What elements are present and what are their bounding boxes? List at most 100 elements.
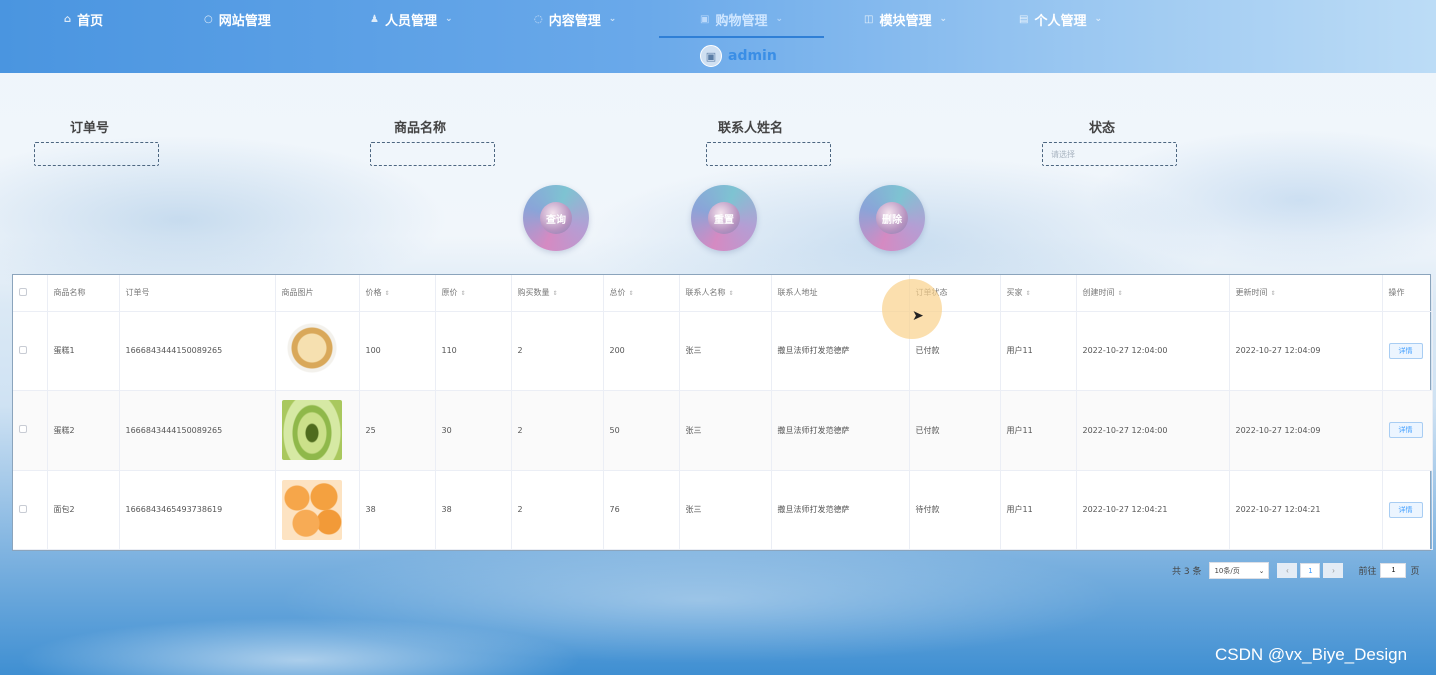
nav-item-content[interactable]: ◌ 内容管理 ⌄ (534, 0, 616, 38)
row-select-cell[interactable] (13, 390, 48, 471)
order-no-input[interactable] (34, 142, 159, 166)
chevron-down-icon: ⌄ (775, 14, 784, 24)
sort-icon[interactable]: ⇕ (629, 290, 634, 297)
nav-item-label: 内容管理 (548, 13, 601, 29)
column-header: 商品图片 (275, 275, 360, 312)
row-checkbox[interactable] (19, 425, 27, 434)
module-icon: ◫ (864, 13, 874, 25)
status-cell: 已付款 (909, 390, 1001, 471)
select-all-cell[interactable] (13, 275, 48, 312)
nav-item-label: 人员管理 (384, 13, 437, 29)
column-header-sortable[interactable]: 价格 ⇕ (359, 275, 436, 312)
price-cell: 25 (359, 390, 436, 471)
column-header-sortable[interactable]: 创建时间 ⇕ (1076, 275, 1230, 312)
nav-item-home[interactable]: ⌂ 首页 (64, 0, 103, 38)
buyer-cell: 用户11 (1000, 311, 1077, 391)
column-header-sortable[interactable]: 买家 ⇕ (1000, 275, 1077, 312)
row-checkbox[interactable] (19, 345, 27, 354)
quantity-cell: 2 (511, 390, 604, 471)
quantity-cell: 2 (511, 311, 604, 391)
nav-item-personnel[interactable]: ♟ 人员管理 ⌄ (370, 0, 453, 38)
chevron-down-icon: ⌄ (444, 14, 453, 24)
product-name-cell: 蛋糕2 (47, 390, 120, 471)
column-header-sortable[interactable]: 总价 ⇕ (603, 275, 680, 312)
sort-icon[interactable]: ⇕ (1118, 290, 1123, 297)
detail-button[interactable]: 详情 (1388, 342, 1423, 359)
action-cell: 详情 (1382, 311, 1433, 391)
column-header-sortable[interactable]: 购买数量 ⇕ (511, 275, 604, 312)
nav-item-shopping[interactable]: ▣ 购物管理 ⌄ (700, 0, 783, 38)
column-header: 订单号 (119, 275, 276, 312)
cake-image (281, 320, 342, 381)
updated-cell: 2022-10-27 12:04:21 (1229, 470, 1383, 550)
nav-item-website[interactable]: ○ 网站管理 (204, 0, 271, 38)
product-name-label: 商品名称 (394, 121, 447, 136)
product-name-input[interactable] (370, 142, 495, 166)
product-name-cell: 面包2 (47, 470, 120, 550)
reset-button-label: 重置 (708, 202, 740, 234)
page-size-value: 10条/页 (1214, 566, 1240, 575)
username: admin (728, 48, 777, 64)
detail-button[interactable]: 详情 (1388, 501, 1423, 518)
column-header: 操作 (1382, 275, 1433, 312)
nav-item-personal[interactable]: ▤ 个人管理 ⌄ (1019, 0, 1102, 38)
sort-icon[interactable]: ⇕ (385, 290, 390, 297)
row-select-cell[interactable] (13, 311, 48, 391)
web-icon: ○ (204, 13, 213, 25)
quantity-cell: 2 (511, 470, 604, 550)
goto-page-input[interactable] (1380, 563, 1407, 578)
detail-button[interactable]: 详情 (1388, 422, 1423, 439)
top-nav: ⌂ 首页 ○ 网站管理 ♟ 人员管理 ⌄ ◌ 内容管理 ⌄ ▣ 购物管理 ⌄ ◫… (0, 0, 1436, 73)
select-all-checkbox[interactable] (19, 287, 27, 296)
column-header-label: 购买数量 (517, 288, 550, 298)
contact-cell: 张三 (679, 390, 772, 471)
original-price-cell: 110 (435, 311, 512, 391)
nav-item-label: 首页 (77, 13, 104, 29)
column-header-sortable[interactable]: 更新时间 ⇕ (1229, 275, 1383, 312)
roll-cake-image (281, 400, 342, 461)
contact-name-input[interactable] (706, 142, 831, 166)
column-header-sortable[interactable]: 原价 ⇕ (435, 275, 512, 312)
nav-item-label: 购物管理 (715, 13, 768, 29)
sort-icon[interactable]: ⇕ (461, 290, 466, 297)
address-cell: 撒旦法师打发范德萨 (771, 390, 910, 471)
buyer-cell: 用户11 (1000, 470, 1077, 550)
prev-page-button[interactable]: ‹ (1277, 563, 1298, 578)
column-header: 商品名称 (47, 275, 120, 312)
product-image-cell (275, 470, 360, 550)
reset-button[interactable]: 重置 (691, 185, 757, 251)
status-select[interactable] (1042, 142, 1177, 166)
avatar: ▣ (700, 45, 722, 67)
page-size-select[interactable]: 10条/页 ⌄ (1209, 562, 1270, 579)
column-header-sortable[interactable]: 联系人名称 ⇕ (679, 275, 772, 312)
action-cell: 详情 (1382, 390, 1433, 471)
query-button[interactable]: 查询 (523, 185, 589, 251)
sort-icon[interactable]: ⇕ (553, 290, 558, 297)
doc-icon: ▤ (1019, 13, 1029, 25)
created-cell: 2022-10-27 12:04:00 (1076, 311, 1230, 391)
user-menu[interactable]: ▣ admin (700, 45, 777, 67)
order-no-cell: 1666843465493738619 (119, 470, 276, 550)
nav-item-module[interactable]: ◫ 模块管理 ⌄ (864, 0, 947, 38)
delete-button[interactable]: 删除 (859, 185, 925, 251)
order-no-cell: 1666843444150089265 (119, 311, 276, 391)
content-icon: ◌ (534, 13, 543, 25)
nav-item-label: 模块管理 (879, 13, 932, 29)
next-page-button[interactable]: › (1323, 563, 1344, 578)
sort-icon[interactable]: ⇕ (1271, 290, 1276, 297)
column-header-label: 原价 (441, 288, 458, 298)
chevron-down-icon: ⌄ (608, 14, 617, 24)
total-cell: 76 (603, 470, 680, 550)
row-select-cell[interactable] (13, 470, 48, 550)
table-row: 蛋糕2 1666843444150089265 25 30 2 50 张三 撒旦… (13, 390, 1433, 471)
sort-icon[interactable]: ⇕ (729, 290, 734, 297)
chevron-down-icon: ⌄ (939, 14, 948, 24)
sort-icon[interactable]: ⇕ (1026, 290, 1031, 297)
product-image-cell (275, 311, 360, 391)
column-header-label: 价格 (365, 288, 382, 298)
row-checkbox[interactable] (19, 504, 27, 513)
address-cell: 撒旦法师打发范德萨 (771, 470, 910, 550)
home-icon: ⌂ (64, 13, 72, 25)
contact-cell: 张三 (679, 470, 772, 550)
page-number-current[interactable]: 1 (1300, 563, 1321, 578)
